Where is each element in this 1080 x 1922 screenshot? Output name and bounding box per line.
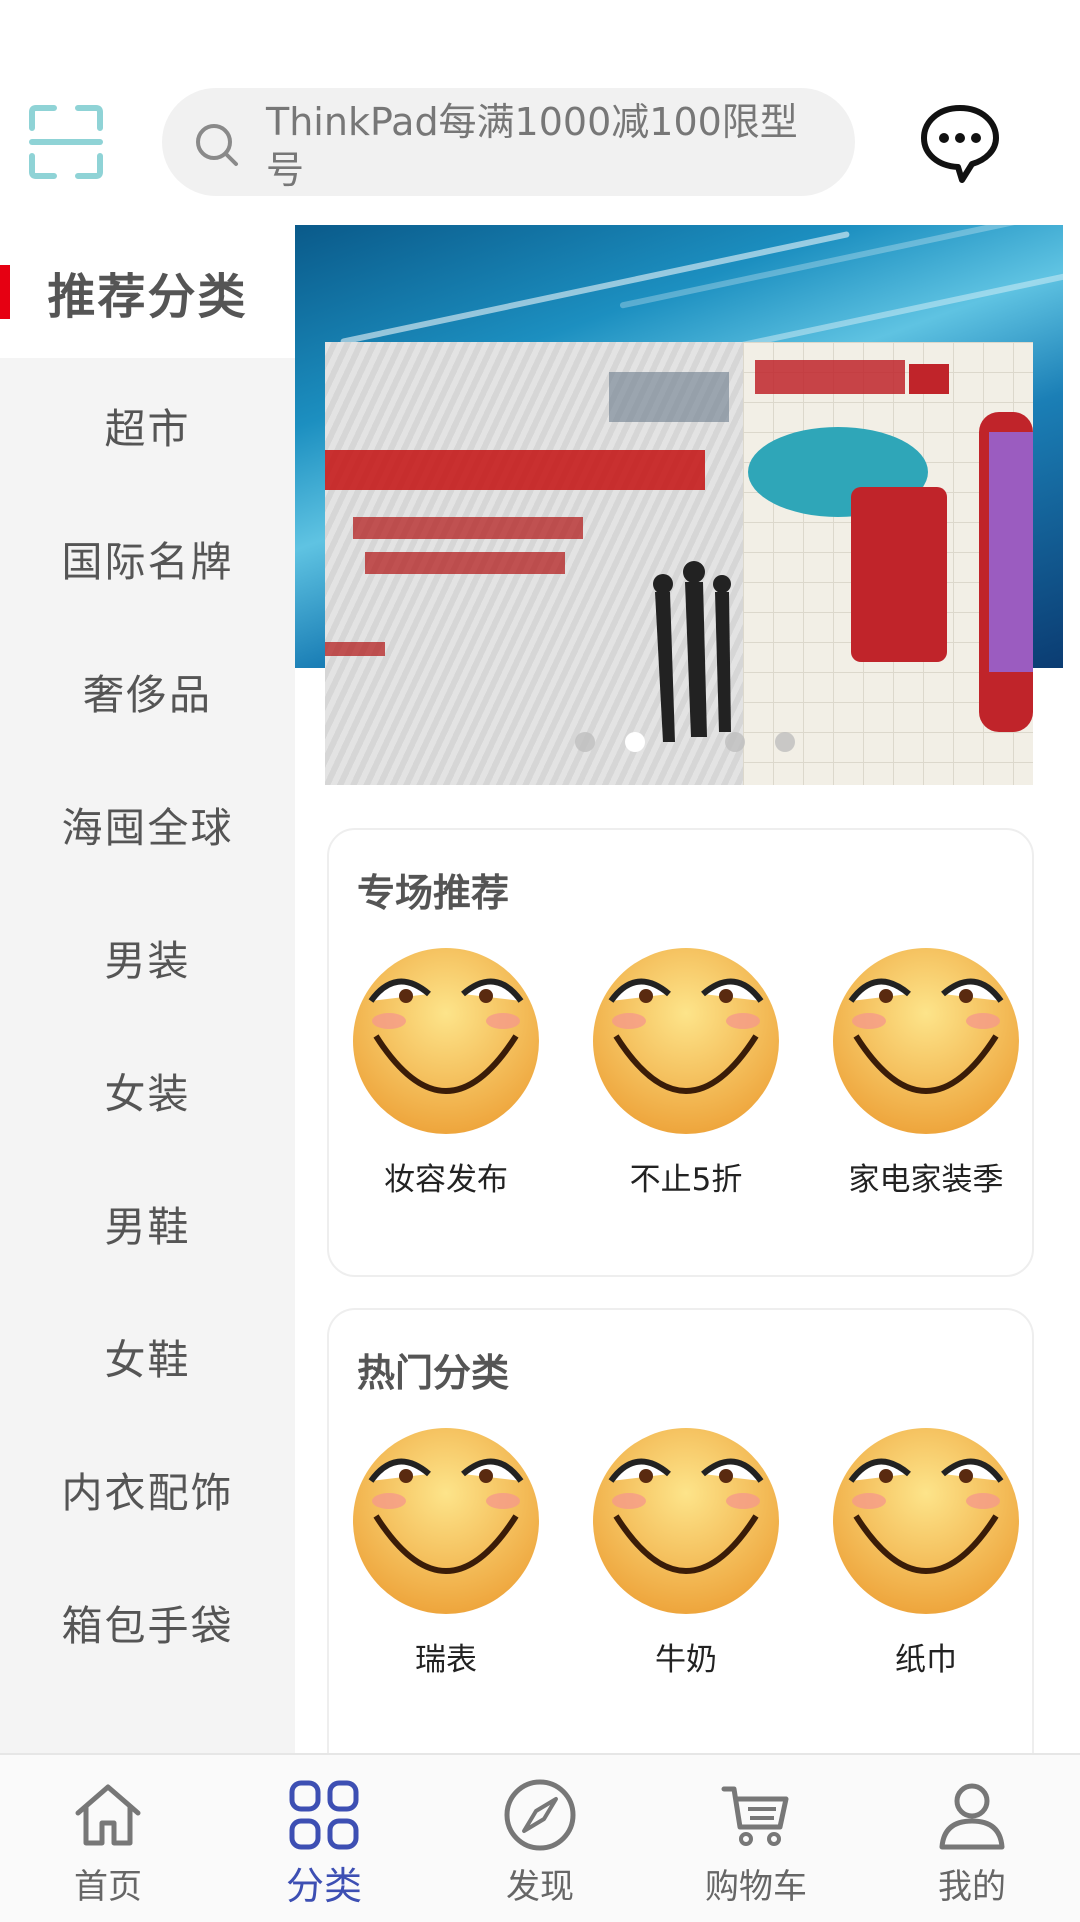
grid-item[interactable]: 家电家装季 [826,946,1026,1206]
search-input[interactable]: ThinkPad每满1000减100限型号 [162,88,855,196]
sidebar-item-label: 推荐分类 [47,268,248,325]
scan-icon [29,105,103,179]
tab-home[interactable]: 首页 [0,1755,216,1922]
sidebar-item-label: 海囤全球 [61,803,234,852]
bottom-tab-bar: 首页 分类 发现 购物车 我的 [0,1753,1080,1922]
pagination-dot[interactable] [725,732,745,752]
sidebar-item-recommended[interactable]: 推荐分类 [0,225,295,358]
sidebar-item-label: 箱包手袋 [61,1601,234,1650]
smiley-icon [833,1428,1019,1614]
tab-discover[interactable]: 发现 [432,1755,648,1922]
smiley-icon [353,948,539,1134]
tab-label: 我的 [938,1867,1006,1907]
sidebar-item-global[interactable]: 海囤全球 [0,757,295,890]
grid-item[interactable]: 瑞表 [346,1426,546,1686]
grid-item-label: 家电家装季 [848,1162,1004,1198]
pagination-dot[interactable] [575,732,595,752]
tab-mine[interactable]: 我的 [864,1755,1080,1922]
smiley-icon [593,1428,779,1614]
sidebar-item-supermarket[interactable]: 超市 [0,358,295,491]
banner-image-art [325,372,731,742]
grid-item[interactable]: 牛奶 [586,1426,786,1686]
section-title: 热门分类 [357,1351,510,1395]
grid-item[interactable]: 纸巾 [826,1426,1026,1686]
sidebar-item-label: 女鞋 [104,1335,191,1384]
sidebar-item-label: 内衣配饰 [61,1468,234,1517]
tab-category[interactable]: 分类 [216,1755,432,1922]
cart-icon [721,1786,789,1846]
sidebar-item-international-brands[interactable]: 国际名牌 [0,491,295,624]
tab-label: 购物车 [705,1867,807,1907]
tab-label: 发现 [506,1867,574,1907]
search-placeholder: ThinkPad每满1000减100限型号 [266,100,798,192]
smiley-icon [353,1428,539,1614]
message-button[interactable] [918,100,1002,184]
special-recommend-card: 专场推荐 妆容发布 不止5折 家电家装季 [327,828,1034,1277]
grid-item[interactable]: 不止5折 [586,946,786,1206]
pagination-dot[interactable] [775,732,795,752]
tab-label: 分类 [285,1864,362,1908]
grid-item-label: 妆容发布 [384,1162,508,1198]
sidebar-item-womens-shoes[interactable]: 女鞋 [0,1289,295,1422]
category-sidebar: 推荐分类 超市 国际名牌 奢侈品 海囤全球 男装 女装 男鞋 女鞋 内衣配饰 箱… [0,225,295,1753]
sidebar-item-label: 男装 [104,936,191,985]
search-icon [196,124,238,166]
banner-carousel[interactable] [325,342,1033,785]
sidebar-item-underwear[interactable]: 内衣配饰 [0,1422,295,1555]
grid-item-label: 不止5折 [629,1162,743,1198]
grid-item-label: 纸巾 [895,1642,957,1678]
tab-label: 首页 [74,1867,142,1907]
sidebar-item-label: 超市 [104,404,191,453]
pagination-dot-active[interactable] [625,732,645,752]
header: ThinkPad每满1000减100限型号 [0,0,1080,225]
user-icon [939,1783,1005,1850]
banner-pagination [575,732,795,752]
scan-button[interactable] [28,104,104,180]
compass-icon [504,1779,576,1851]
sidebar-item-womenswear[interactable]: 女装 [0,1023,295,1156]
sidebar-item-label: 女装 [104,1069,191,1118]
active-indicator [0,265,10,319]
banner-image-2 [743,342,1033,785]
sidebar-item-label: 国际名牌 [61,537,234,586]
hot-category-card: 热门分类 瑞表 牛奶 纸巾 [327,1308,1034,1755]
sidebar-item-mens-shoes[interactable]: 男鞋 [0,1156,295,1289]
home-icon [75,1784,141,1846]
category-icon [289,1780,359,1850]
sidebar-item-label: 奢侈品 [83,670,212,719]
banner-image [325,342,743,785]
banner-image-2-art [748,360,1033,732]
chat-bubble-icon [921,105,999,183]
grid-item-label: 牛奶 [655,1642,717,1678]
section-title: 专场推荐 [357,871,510,915]
sidebar-item-bags[interactable]: 箱包手袋 [0,1555,295,1688]
smiley-icon [833,948,1019,1134]
grid-item[interactable]: 妆容发布 [346,946,546,1206]
grid-item-label: 瑞表 [415,1642,477,1678]
sidebar-item-menswear[interactable]: 男装 [0,890,295,1023]
smiley-icon [593,948,779,1134]
tab-cart[interactable]: 购物车 [648,1755,864,1922]
sidebar-item-luxury[interactable]: 奢侈品 [0,624,295,757]
sidebar-item-label: 男鞋 [104,1202,191,1251]
